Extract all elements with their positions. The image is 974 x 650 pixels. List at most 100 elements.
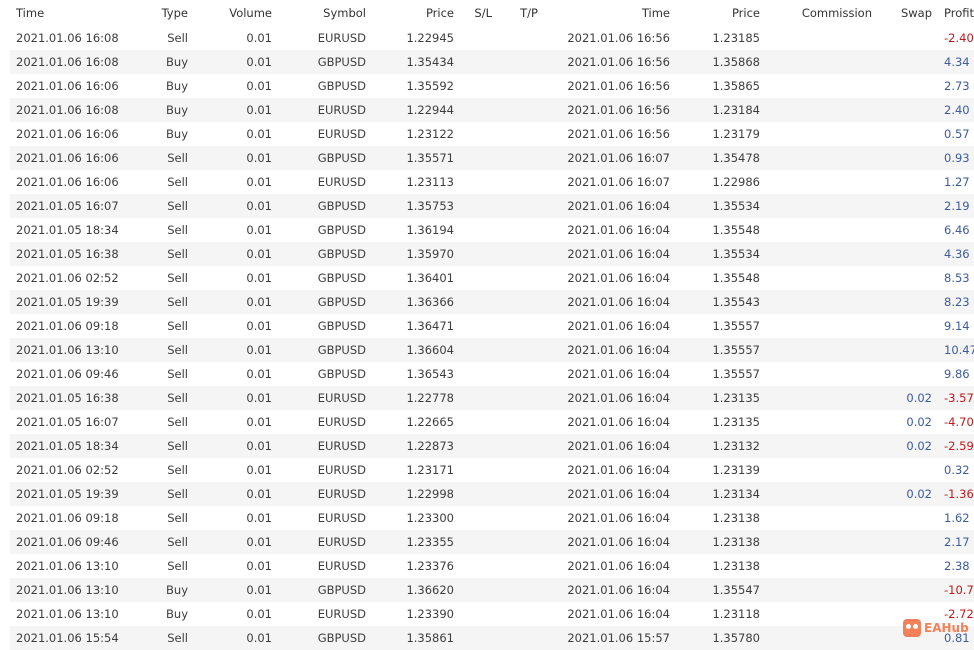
cell-open-time: 2021.01.05 18:34 xyxy=(10,218,128,242)
cell-sl xyxy=(460,50,498,74)
cell-open-price: 1.22945 xyxy=(372,26,460,50)
cell-open-price: 1.23122 xyxy=(372,122,460,146)
table-row[interactable]: 2021.01.05 18:34 Sell 0.01 EURUSD 1.22873 202… xyxy=(10,434,974,458)
cell-sl xyxy=(460,410,498,434)
cell-open-time: 2021.01.06 16:08 xyxy=(10,50,128,74)
cell-commission xyxy=(766,506,878,530)
cell-open-time: 2021.01.06 09:46 xyxy=(10,362,128,386)
cell-close-price: 1.23179 xyxy=(676,122,766,146)
cell-close-time: 2021.01.06 16:07 xyxy=(544,146,676,170)
table-row[interactable]: 2021.01.06 09:46 Sell 0.01 EURUSD 1.23355 202… xyxy=(10,530,974,554)
cell-profit: 4.34 xyxy=(938,50,974,74)
column-header-open-price[interactable]: Price xyxy=(372,0,460,26)
cell-swap xyxy=(878,242,938,266)
trade-rows: 2021.01.06 16:08 Sell 0.01 EURUSD 1.22945 202… xyxy=(10,26,974,650)
table-row[interactable]: 2021.01.06 16:08 Buy 0.01 EURUSD 1.22944 2021… xyxy=(10,98,974,122)
cell-close-time: 2021.01.06 16:04 xyxy=(544,242,676,266)
trade-history-table: Time Type Volume Symbol Price S/L T/P Ti… xyxy=(10,0,974,650)
cell-commission xyxy=(766,482,878,506)
column-header-sl[interactable]: S/L xyxy=(460,0,498,26)
cell-symbol: EURUSD xyxy=(278,482,372,506)
cell-swap xyxy=(878,26,938,50)
cell-close-price: 1.35557 xyxy=(676,338,766,362)
table-row[interactable]: 2021.01.05 18:34 Sell 0.01 GBPUSD 1.36194 202… xyxy=(10,218,974,242)
table-row[interactable]: 2021.01.06 13:10 Buy 0.01 GBPUSD 1.36620 2021… xyxy=(10,578,974,602)
column-header-tp[interactable]: T/P xyxy=(498,0,544,26)
table-row[interactable]: 2021.01.06 16:06 Buy 0.01 EURUSD 1.23122 2021… xyxy=(10,122,974,146)
column-header-swap[interactable]: Swap xyxy=(878,0,938,26)
cell-tp xyxy=(498,458,544,482)
table-row[interactable]: 2021.01.06 02:52 Sell 0.01 EURUSD 1.23171 202… xyxy=(10,458,974,482)
cell-sl xyxy=(460,290,498,314)
cell-type: Buy xyxy=(128,602,194,626)
table-row[interactable]: 2021.01.05 19:39 Sell 0.01 GBPUSD 1.36366 202… xyxy=(10,290,974,314)
table-row[interactable]: 2021.01.06 16:06 Buy 0.01 GBPUSD 1.35592 2021… xyxy=(10,74,974,98)
table-row[interactable]: 2021.01.06 09:46 Sell 0.01 GBPUSD 1.36543 202… xyxy=(10,362,974,386)
cell-open-time: 2021.01.05 19:39 xyxy=(10,482,128,506)
column-header-time-open[interactable]: Time xyxy=(10,0,128,26)
table-row[interactable]: 2021.01.06 13:10 Buy 0.01 EURUSD 1.23390 2021… xyxy=(10,602,974,626)
table-row[interactable]: 2021.01.06 15:54 Sell 0.01 GBPUSD 1.35861 202… xyxy=(10,626,974,650)
cell-close-time: 2021.01.06 16:56 xyxy=(544,50,676,74)
column-header-symbol[interactable]: Symbol xyxy=(278,0,372,26)
cell-profit: 8.23 xyxy=(938,290,974,314)
cell-profit: -4.70 xyxy=(938,410,974,434)
table-row[interactable]: 2021.01.05 16:38 Sell 0.01 EURUSD 1.22778 202… xyxy=(10,386,974,410)
cell-open-price: 1.23300 xyxy=(372,506,460,530)
cell-volume: 0.01 xyxy=(194,290,278,314)
cell-open-time: 2021.01.06 09:46 xyxy=(10,530,128,554)
cell-close-time: 2021.01.06 16:56 xyxy=(544,26,676,50)
table-row[interactable]: 2021.01.06 16:06 Sell 0.01 EURUSD 1.23113 202… xyxy=(10,170,974,194)
cell-close-time: 2021.01.06 16:56 xyxy=(544,122,676,146)
column-header-close-price[interactable]: Price xyxy=(676,0,766,26)
cell-sl xyxy=(460,98,498,122)
cell-close-price: 1.23135 xyxy=(676,410,766,434)
cell-symbol: EURUSD xyxy=(278,170,372,194)
table-row[interactable]: 2021.01.06 16:08 Buy 0.01 GBPUSD 1.35434 2021… xyxy=(10,50,974,74)
table-row[interactable]: 2021.01.05 19:39 Sell 0.01 EURUSD 1.22998 202… xyxy=(10,482,974,506)
column-header-type[interactable]: Type xyxy=(128,0,194,26)
cell-symbol: EURUSD xyxy=(278,386,372,410)
cell-volume: 0.01 xyxy=(194,482,278,506)
table-row[interactable]: 2021.01.05 16:07 Sell 0.01 GBPUSD 1.35753 202… xyxy=(10,194,974,218)
cell-volume: 0.01 xyxy=(194,434,278,458)
table-row[interactable]: 2021.01.06 02:52 Sell 0.01 GBPUSD 1.36401 202… xyxy=(10,266,974,290)
cell-tp xyxy=(498,218,544,242)
table-row[interactable]: 2021.01.06 16:06 Sell 0.01 GBPUSD 1.35571 202… xyxy=(10,146,974,170)
cell-open-time: 2021.01.05 19:39 xyxy=(10,290,128,314)
cell-tp xyxy=(498,194,544,218)
cell-swap xyxy=(878,218,938,242)
column-header-profit[interactable]: Profit xyxy=(938,0,974,26)
table-row[interactable]: 2021.01.06 09:18 Sell 0.01 EURUSD 1.23300 202… xyxy=(10,506,974,530)
cell-close-time: 2021.01.06 16:56 xyxy=(544,98,676,122)
cell-volume: 0.01 xyxy=(194,170,278,194)
cell-tp xyxy=(498,74,544,98)
cell-profit: 2.17 xyxy=(938,530,974,554)
cell-symbol: GBPUSD xyxy=(278,146,372,170)
cell-profit: 8.53 xyxy=(938,266,974,290)
cell-open-time: 2021.01.05 16:38 xyxy=(10,242,128,266)
cell-commission xyxy=(766,386,878,410)
column-header-volume[interactable]: Volume xyxy=(194,0,278,26)
cell-open-time: 2021.01.06 02:52 xyxy=(10,458,128,482)
cell-swap xyxy=(878,314,938,338)
table-row[interactable]: 2021.01.06 13:10 Sell 0.01 GBPUSD 1.36604 202… xyxy=(10,338,974,362)
table-row[interactable]: 2021.01.05 16:38 Sell 0.01 GBPUSD 1.35970 202… xyxy=(10,242,974,266)
cell-volume: 0.01 xyxy=(194,410,278,434)
cell-close-price: 1.35557 xyxy=(676,362,766,386)
column-header-commission[interactable]: Commission xyxy=(766,0,878,26)
cell-close-time: 2021.01.06 16:04 xyxy=(544,290,676,314)
table-row[interactable]: 2021.01.06 13:10 Sell 0.01 EURUSD 1.23376 202… xyxy=(10,554,974,578)
cell-volume: 0.01 xyxy=(194,146,278,170)
cell-type: Sell xyxy=(128,314,194,338)
column-header-time-close[interactable]: Time xyxy=(544,0,676,26)
cell-type: Sell xyxy=(128,218,194,242)
cell-close-price: 1.23118 xyxy=(676,602,766,626)
cell-swap xyxy=(878,506,938,530)
table-row[interactable]: 2021.01.06 09:18 Sell 0.01 GBPUSD 1.36471 202… xyxy=(10,314,974,338)
table-row[interactable]: 2021.01.05 16:07 Sell 0.01 EURUSD 1.22665 202… xyxy=(10,410,974,434)
cell-symbol: EURUSD xyxy=(278,458,372,482)
table-row[interactable]: 2021.01.06 16:08 Sell 0.01 EURUSD 1.22945 202… xyxy=(10,26,974,50)
cell-commission xyxy=(766,242,878,266)
cell-commission xyxy=(766,194,878,218)
